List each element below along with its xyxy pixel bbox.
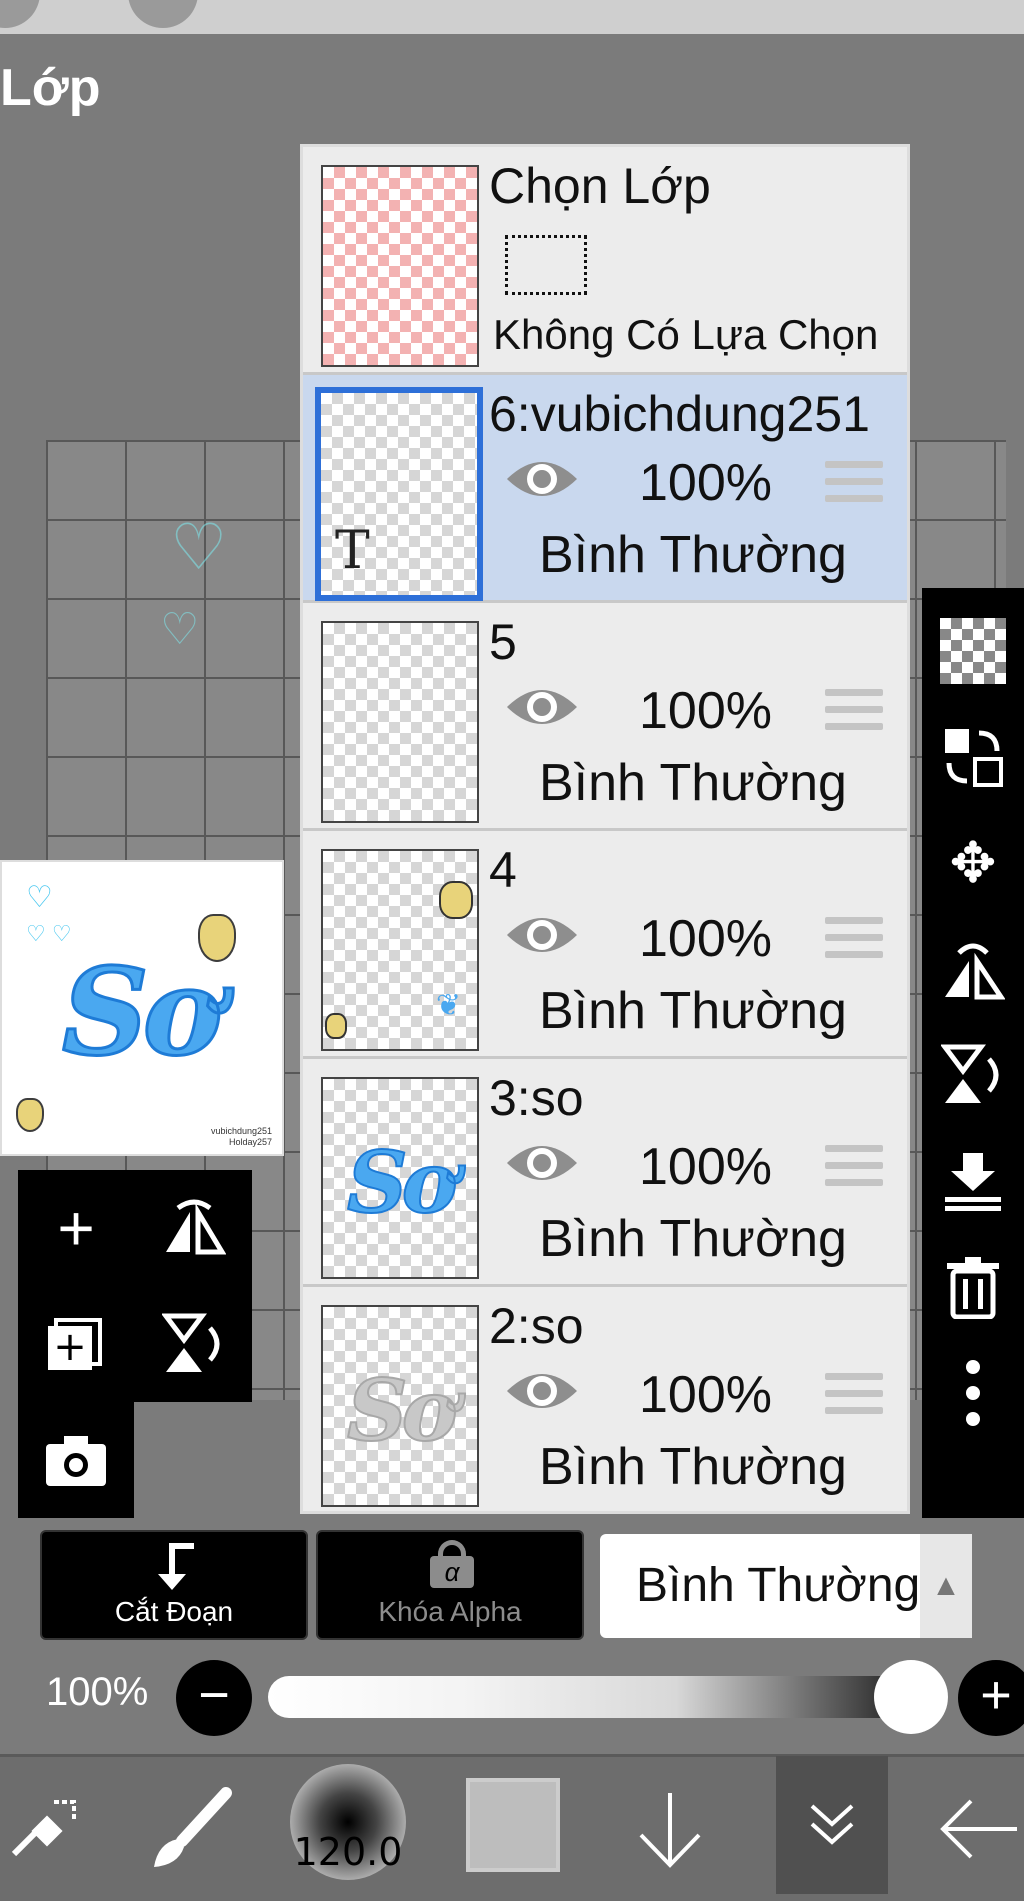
eye-icon[interactable] (503, 1137, 581, 1189)
brush-size-value: 120.0 (293, 1830, 403, 1874)
layer-blend-mode: Bình Thường (539, 982, 847, 1040)
clip-arrow-icon (158, 1543, 194, 1590)
transform-icon[interactable] (0, 1757, 90, 1901)
drag-handle-icon[interactable] (825, 1373, 883, 1419)
brush-size-preview[interactable]: 120.0 (290, 1764, 406, 1880)
layer-thumbnail: Sơ (321, 1077, 479, 1279)
layer-blend-mode: Bình Thường (539, 526, 847, 584)
selection-layer-name: Chọn Lớp (489, 158, 711, 214)
layer-row-6[interactable]: T 6:vubichdung251 100% Bình Thường (303, 375, 907, 603)
layer-blend-mode: Bình Thường (539, 1438, 847, 1496)
more-icon[interactable] (922, 1340, 1024, 1446)
layer-blend-mode: Bình Thường (539, 754, 847, 812)
layer-name: 6:vubichdung251 (489, 386, 870, 442)
alpha-lock-button[interactable]: α Khóa Alpha (316, 1530, 584, 1640)
trash-icon[interactable] (922, 1234, 1024, 1340)
transparency-icon[interactable] (922, 598, 1024, 704)
preview-art-text: Sơ (61, 941, 225, 1085)
thumbnail-art-text: Sơ (346, 1360, 459, 1461)
layer-opacity: 100% (639, 910, 772, 968)
thumbnail-art-text: Sơ (346, 1132, 459, 1233)
eye-icon[interactable] (503, 453, 581, 505)
opacity-label: 100% (46, 1670, 149, 1714)
status-bar (0, 0, 1024, 34)
swap-layer-icon[interactable] (922, 704, 1024, 810)
layer-thumbnail: Sơ (321, 1305, 479, 1507)
lock-icon: α (430, 1540, 474, 1588)
opacity-decrease-button[interactable]: − (176, 1660, 252, 1736)
preview-character (198, 914, 236, 962)
layer-row-3[interactable]: Sơ 3:so 100% Bình Thường (303, 1059, 907, 1287)
selection-layer-row[interactable]: Chọn Lớp Không Có Lựa Chọn (303, 147, 907, 375)
alpha-lock-label: Khóa Alpha (378, 1596, 522, 1627)
layer-opacity: 100% (639, 682, 772, 740)
caret-up-icon: ▲ (920, 1534, 972, 1638)
blend-mode-value: Bình Thường (636, 1559, 921, 1612)
layer-row-4[interactable]: ❦ 4 100% Bình Thường (303, 831, 907, 1059)
left-toolbar: + + (18, 1170, 252, 1402)
drag-handle-icon[interactable] (825, 1145, 883, 1191)
move-icon[interactable]: ✥ (922, 810, 1024, 916)
drag-handle-icon[interactable] (825, 689, 883, 735)
flip-horizontal-icon[interactable] (136, 1170, 252, 1286)
layer-thumbnail (321, 621, 479, 823)
clip-label: Cắt Đoạn (114, 1596, 234, 1627)
eye-icon[interactable] (503, 1365, 581, 1417)
drag-handle-icon[interactable] (825, 917, 883, 963)
layer-opacity: 100% (639, 1366, 772, 1424)
svg-text:+: + (53, 1324, 87, 1370)
rotate-flip-icon[interactable] (922, 916, 1024, 1022)
layer-thumbnail: ❦ (321, 849, 479, 1051)
blend-mode-select[interactable]: Bình Thường ▲ (600, 1534, 972, 1638)
layer-opacity: 100% (639, 454, 772, 512)
color-swatch[interactable] (466, 1778, 560, 1872)
eye-icon[interactable] (503, 681, 581, 733)
preview-signature: vubichdung251 Holday257 (210, 1126, 272, 1147)
merge-down-icon[interactable] (922, 1128, 1024, 1234)
canvas-hearts: ♡ ♡ (160, 511, 228, 654)
layer-name: 2:so (489, 1298, 584, 1354)
layer-name: 4 (489, 842, 517, 898)
layer-row-5[interactable]: 5 100% Bình Thường (303, 603, 907, 831)
selection-icon (505, 235, 587, 295)
left-toolbar-camera (18, 1402, 134, 1518)
preview-hearts: ♡ ♡ ♡ (26, 881, 72, 946)
opacity-slider[interactable] (268, 1660, 948, 1734)
double-chevron-down-icon (810, 1804, 854, 1845)
layer-opacity: 100% (639, 1138, 772, 1196)
double-chevron-down-button[interactable] (776, 1756, 888, 1894)
eye-icon[interactable] (503, 909, 581, 961)
brush-icon[interactable] (140, 1757, 240, 1901)
arrow-down-icon[interactable] (620, 1757, 720, 1901)
preview-character-small (16, 1098, 44, 1132)
layer-thumbnail: T (315, 387, 483, 601)
page-title: Lớp (0, 59, 101, 117)
flip-vertical-icon[interactable] (136, 1286, 252, 1402)
add-layer-copy-icon[interactable]: + (18, 1286, 134, 1402)
selection-status: Không Có Lựa Chọn (493, 311, 879, 358)
layer-panel: Chọn Lớp Không Có Lựa Chọn T 6:vubichdun… (300, 144, 910, 1514)
drag-handle-icon[interactable] (825, 461, 883, 507)
flip-vertical-icon[interactable] (922, 1022, 1024, 1128)
selection-thumbnail (321, 165, 479, 367)
layer-name: 3:so (489, 1070, 584, 1126)
text-layer-icon: T (335, 521, 370, 581)
layer-name: 5 (489, 614, 517, 670)
slider-knob[interactable] (874, 1660, 948, 1734)
layer-row-2[interactable]: Sơ 2:so 100% Bình Thường (303, 1287, 907, 1511)
canvas-preview[interactable]: ♡ ♡ ♡ Sơ vubichdung251 Holday257 (0, 860, 284, 1156)
add-layer-icon[interactable]: + (18, 1170, 134, 1286)
right-toolbar: ✥ (922, 588, 1024, 1518)
layer-blend-mode: Bình Thường (539, 1210, 847, 1268)
clip-button[interactable]: Cắt Đoạn (40, 1530, 308, 1640)
camera-icon[interactable] (18, 1402, 134, 1518)
opacity-increase-button[interactable]: + (958, 1660, 1024, 1736)
back-arrow-icon[interactable] (930, 1757, 1024, 1901)
